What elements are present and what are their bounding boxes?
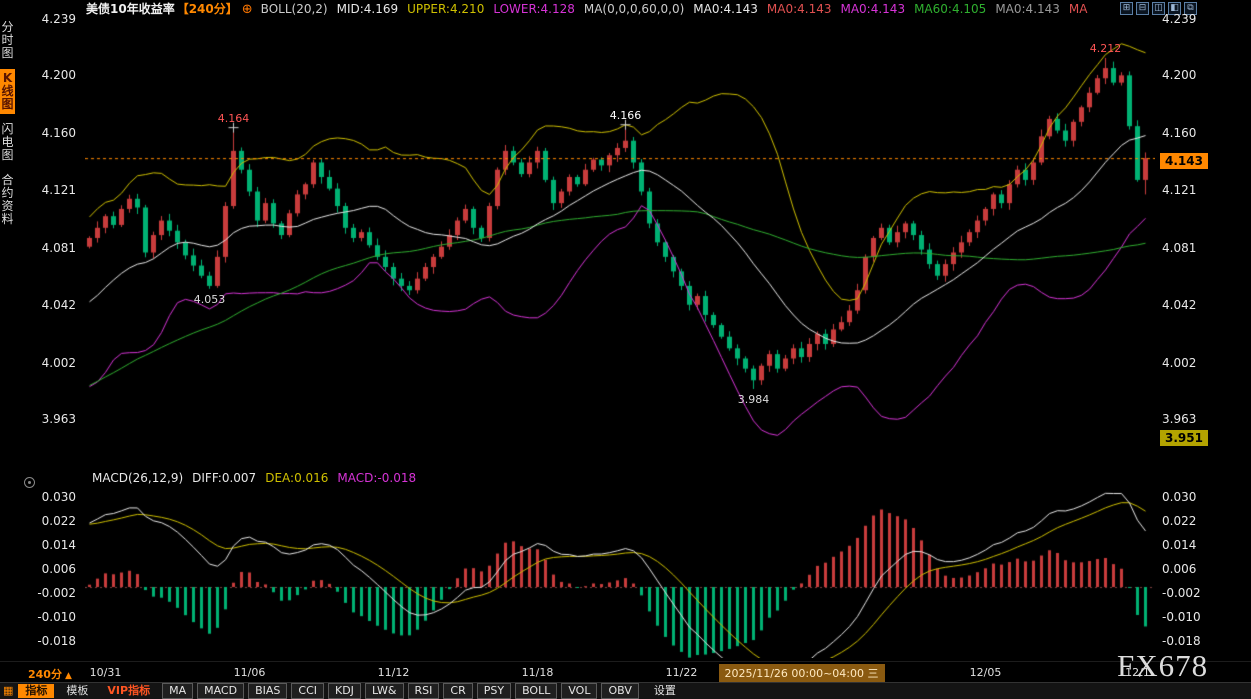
price-axis-label: 4.121 xyxy=(1162,183,1226,197)
indicator-button-rsi[interactable]: RSI xyxy=(408,683,440,699)
price-axis-label: 3.963 xyxy=(0,412,80,426)
period-selector[interactable]: 240分▲ xyxy=(28,666,72,682)
period-label: 240分 xyxy=(28,668,62,681)
indicator-button-macd[interactable]: MACD xyxy=(197,683,244,699)
indicator-readout: MA0:4.143 xyxy=(693,2,758,16)
date-tick: 11/12 xyxy=(378,666,410,679)
indicator-button-row: MAMACDBIASCCIKDJLW&RSICR PSYBOLLVOLOBV xyxy=(162,683,643,699)
price-axis-label: 4.160 xyxy=(0,126,80,140)
macd-axis-label: 0.014 xyxy=(1162,538,1226,552)
macd-axis-label: 0.030 xyxy=(0,490,80,504)
chevron-up-icon: ▲ xyxy=(65,671,72,681)
indicator-button-psy[interactable]: PSY xyxy=(477,683,511,699)
macd-axis-label: -0.002 xyxy=(1162,586,1226,600)
macd-formula: MACD(26,12,9) xyxy=(92,471,183,485)
tab-indicators[interactable]: 指标 xyxy=(18,684,54,698)
macd-header: MACD(26,12,9) DIFF:0.007 DEA:0.016 MACD:-0.… xyxy=(92,471,425,485)
macd-axis-label: 0.022 xyxy=(0,514,80,528)
price-axis-label: 4.042 xyxy=(0,298,80,312)
bottom-toolbar: ▦ 指标 模板 VIP指标 MAMACDBIASCCIKDJLW&RSICR PS… xyxy=(0,682,1251,699)
indicator-readout: MA(0,0,0,60,0,0) xyxy=(584,2,684,16)
price-axis-label: 4.200 xyxy=(1162,68,1226,82)
indicator-readout: UPPER:4.210 xyxy=(407,2,484,16)
settings-button[interactable]: 设置 xyxy=(654,684,676,698)
macd-axis-label: -0.018 xyxy=(1162,634,1226,648)
macd-axis-label: -0.010 xyxy=(0,610,80,624)
date-tick: 12/1 xyxy=(1125,666,1150,679)
indicator-readout: LOWER:4.128 xyxy=(493,2,575,16)
indicator-button-bias[interactable]: BIAS xyxy=(248,683,287,699)
macd-macd-readout: MACD:-0.018 xyxy=(337,471,416,485)
macd-axis-label: -0.018 xyxy=(0,634,80,648)
symbol-title: 美债10年收益率 xyxy=(86,2,175,16)
layout-split-icon[interactable]: ⊟ xyxy=(1136,2,1149,15)
indicator-button-boll[interactable]: BOLL xyxy=(515,683,557,699)
tab-templates[interactable]: 模板 xyxy=(59,684,95,698)
time-axis: 240分▲ 10/31 11/06 11/12 11/18 11/22 2025/11/2… xyxy=(0,661,1251,681)
tab-vip-indicators[interactable]: VIP指标 xyxy=(100,684,157,698)
date-tick: 10/31 xyxy=(90,666,122,679)
indicator-readout: MA60:4.105 xyxy=(914,2,986,16)
price-axis-label: 4.239 xyxy=(0,12,80,26)
macd-dea-readout: DEA:0.016 xyxy=(265,471,328,485)
price-axis-label: 4.002 xyxy=(1162,356,1226,370)
indicator-button-ma[interactable]: MA xyxy=(162,683,193,699)
chart-header: 美债10年收益率【240分】 ⊕ BOLL(20,2) MID:4.169 UPPER:… xyxy=(86,1,1096,18)
price-axis-label: 4.081 xyxy=(0,241,80,255)
macd-diff-readout: DIFF:0.007 xyxy=(192,471,256,485)
macd-axis-label: -0.002 xyxy=(0,586,80,600)
indicator-readout: MA0:4.143 xyxy=(995,2,1060,16)
price-axis-label: 4.160 xyxy=(1162,126,1226,140)
price-axis-label: 4.239 xyxy=(1162,12,1226,26)
indicator-readout: BOLL(20,2) xyxy=(261,2,328,16)
macd-chart-canvas[interactable] xyxy=(85,488,1155,658)
macd-axis-label: 0.022 xyxy=(1162,514,1226,528)
circle-plus-icon[interactable]: ⊕ xyxy=(242,2,253,17)
price-axis-label: 4.200 xyxy=(0,68,80,82)
indicator-button-lw[interactable]: LW& xyxy=(365,683,404,699)
layout-grid-icon[interactable]: ⊞ xyxy=(1120,2,1133,15)
main-chart-canvas[interactable] xyxy=(85,18,1155,470)
pane-marker-icon[interactable] xyxy=(24,477,35,488)
macd-axis-label: 0.006 xyxy=(1162,562,1226,576)
indicator-readouts: BOLL(20,2) MID:4.169 UPPER:4.210 LOWER:4.12… xyxy=(261,2,1097,16)
date-tick: 11/22 xyxy=(666,666,698,679)
last-price-badge: 4.143 xyxy=(1160,153,1208,169)
indicator-readout: MA0:4.143 xyxy=(840,2,905,16)
macd-axis-label: -0.010 xyxy=(1162,610,1226,624)
price-axis-label: 4.042 xyxy=(1162,298,1226,312)
macd-axis-label: 0.014 xyxy=(0,538,80,552)
macd-axis-label: 0.030 xyxy=(1162,490,1226,504)
low-price-badge: 3.951 xyxy=(1160,430,1208,446)
macd-axis-label: 0.006 xyxy=(0,562,80,576)
price-axis-label: 4.002 xyxy=(0,356,80,370)
indicator-readout: MA0:4.143 xyxy=(767,2,832,16)
date-tick-selected: 2025/11/26 00:00~04:00 三 xyxy=(718,664,884,682)
price-axis-label: 3.963 xyxy=(1162,412,1226,426)
indicator-readout: MID:4.169 xyxy=(337,2,399,16)
indicator-button-cci[interactable]: CCI xyxy=(291,683,324,699)
price-axis-label: 4.121 xyxy=(0,183,80,197)
indicator-button-vol[interactable]: VOL xyxy=(561,683,597,699)
indicator-button-obv[interactable]: OBV xyxy=(601,683,638,699)
indicator-readout: MA xyxy=(1069,2,1088,16)
date-tick: 11/06 xyxy=(234,666,266,679)
indicator-button-kdj[interactable]: KDJ xyxy=(328,683,361,699)
indicator-button-cr[interactable]: CR xyxy=(443,683,472,699)
date-tick: 12/05 xyxy=(970,666,1002,679)
price-axis-label: 4.081 xyxy=(1162,241,1226,255)
sidebar-item-contract-info[interactable]: 合约资料 xyxy=(0,171,15,229)
date-tick: 11/18 xyxy=(522,666,554,679)
grid-icon[interactable]: ▦ xyxy=(3,684,13,698)
period-tag[interactable]: 【240分】 xyxy=(177,2,238,16)
